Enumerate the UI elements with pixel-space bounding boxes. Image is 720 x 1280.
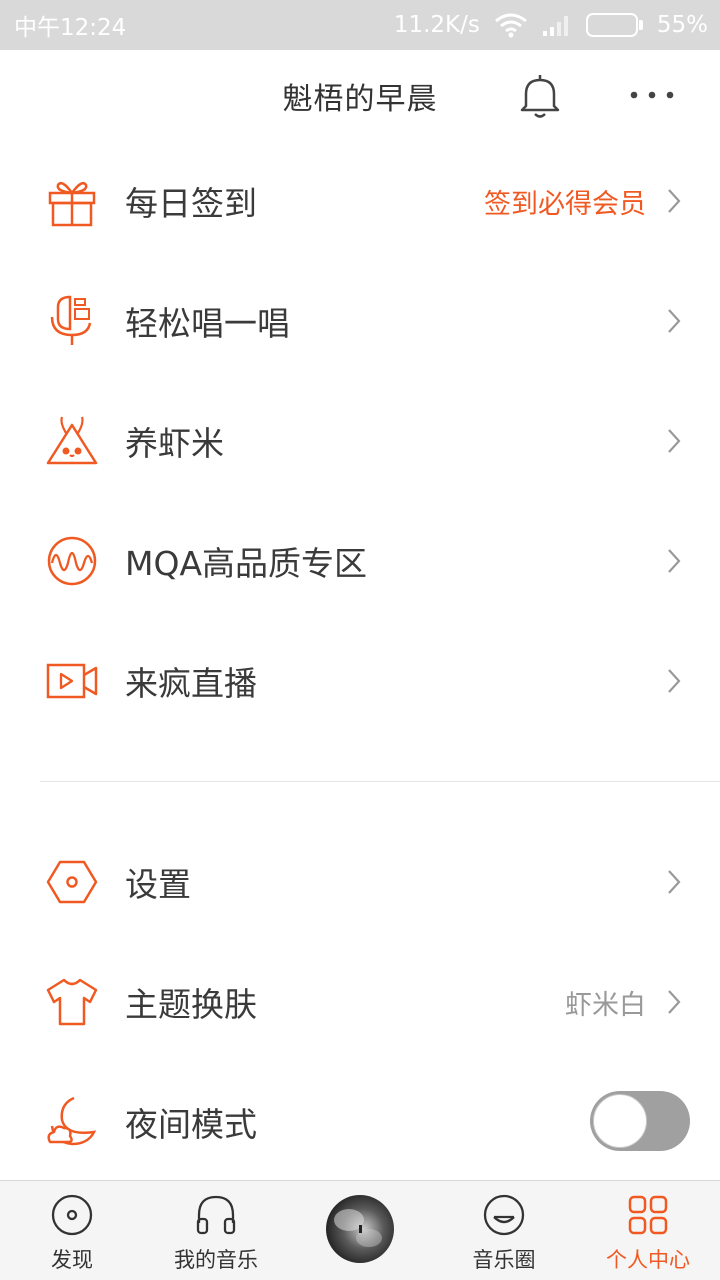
more-icon[interactable]	[626, 80, 678, 110]
smile-icon	[483, 1194, 525, 1236]
menu-label: 主题换肤	[125, 985, 257, 1024]
headphones-icon	[196, 1195, 236, 1235]
tab-label: 音乐圈	[472, 1248, 536, 1272]
chevron-right-icon	[668, 189, 681, 213]
mqa-waveform-icon	[47, 536, 97, 586]
tab-discover[interactable]: 发现	[7, 1181, 137, 1280]
moon-cloud-icon	[47, 1096, 97, 1146]
menu-label: 每日签到	[125, 184, 257, 223]
page-title: 魁梧的早晨	[282, 82, 438, 117]
battery-percent: 55%	[656, 12, 708, 38]
menu-item-live-stream[interactable]: 来疯直播	[0, 621, 720, 741]
tab-label: 发现	[51, 1248, 93, 1272]
page-header: 魁梧的早晨	[0, 50, 720, 142]
status-bar: 中午12:24 11.2K/s 55%	[0, 0, 720, 50]
night-mode-toggle[interactable]	[590, 1091, 690, 1151]
network-speed: 11.2K/s	[393, 12, 480, 38]
grid-icon	[628, 1195, 668, 1235]
menu-item-karaoke[interactable]: 轻松唱一唱	[0, 261, 720, 381]
current-theme-value: 虾米白	[565, 989, 646, 1021]
now-playing-disc[interactable]	[326, 1195, 394, 1263]
chevron-right-icon	[668, 309, 681, 333]
menu-item-settings[interactable]: 设置	[0, 822, 720, 942]
menu-label: 轻松唱一唱	[125, 304, 290, 343]
menu-item-raise-shrimp[interactable]: 养虾米	[0, 381, 720, 501]
hexagon-settings-icon	[46, 860, 98, 904]
menu-item-mqa[interactable]: MQA高品质专区	[0, 501, 720, 621]
tshirt-icon	[46, 978, 98, 1026]
status-time: 中午12:24	[14, 15, 127, 41]
signal-icon	[542, 16, 568, 36]
shrimp-pet-icon	[46, 416, 98, 465]
tab-my-music[interactable]: 我的音乐	[151, 1181, 281, 1280]
menu-label: 来疯直播	[125, 664, 257, 703]
toggle-knob	[593, 1094, 647, 1148]
bell-icon[interactable]	[518, 72, 562, 120]
menu-label: MQA高品质专区	[125, 544, 368, 583]
menu-label: 养虾米	[125, 424, 224, 463]
menu-item-theme[interactable]: 主题换肤 虾米白	[0, 942, 720, 1062]
bottom-tab-bar: 发现 我的音乐 音乐圈 个人中心	[0, 1180, 720, 1280]
tab-music-circle[interactable]: 音乐圈	[439, 1181, 569, 1280]
battery-icon	[585, 13, 643, 37]
microphone-icon	[50, 295, 92, 345]
chevron-right-icon	[668, 549, 681, 573]
menu-label: 夜间模式	[125, 1105, 257, 1144]
disc-icon	[51, 1194, 93, 1236]
section-divider	[40, 781, 720, 782]
tab-label: 个人中心	[606, 1248, 690, 1272]
gift-icon	[48, 182, 96, 227]
live-video-icon	[46, 663, 98, 699]
wifi-icon	[494, 13, 527, 38]
chevron-right-icon	[668, 870, 681, 894]
menu-item-daily-checkin[interactable]: 每日签到 签到必得会员	[0, 141, 720, 261]
menu-label: 设置	[125, 865, 191, 904]
checkin-promo-text: 签到必得会员	[484, 188, 646, 220]
chevron-right-icon	[668, 669, 681, 693]
chevron-right-icon	[668, 429, 681, 453]
tab-profile[interactable]: 个人中心	[583, 1181, 713, 1280]
chevron-right-icon	[668, 990, 681, 1014]
status-right: 11.2K/s 55%	[394, 12, 708, 38]
tab-label: 我的音乐	[174, 1248, 258, 1272]
